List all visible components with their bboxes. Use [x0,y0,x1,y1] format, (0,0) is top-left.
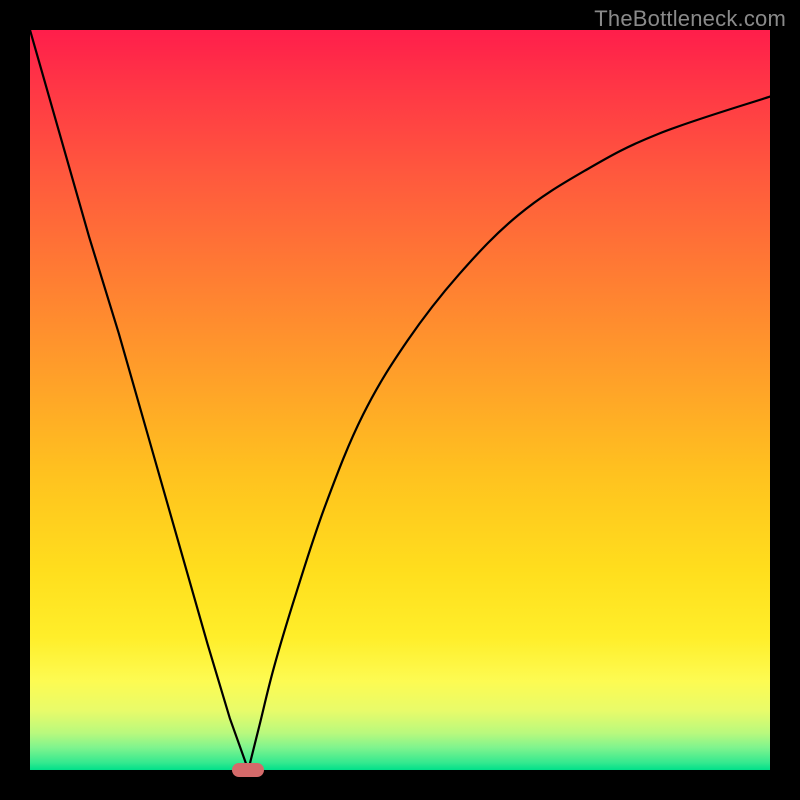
curve-right-branch [248,97,770,770]
chart-frame: TheBottleneck.com [0,0,800,800]
curve-left-branch [30,30,248,770]
plot-area [30,30,770,770]
minimum-marker [232,763,264,777]
attribution-label: TheBottleneck.com [594,6,786,32]
curve-layer [30,30,770,770]
